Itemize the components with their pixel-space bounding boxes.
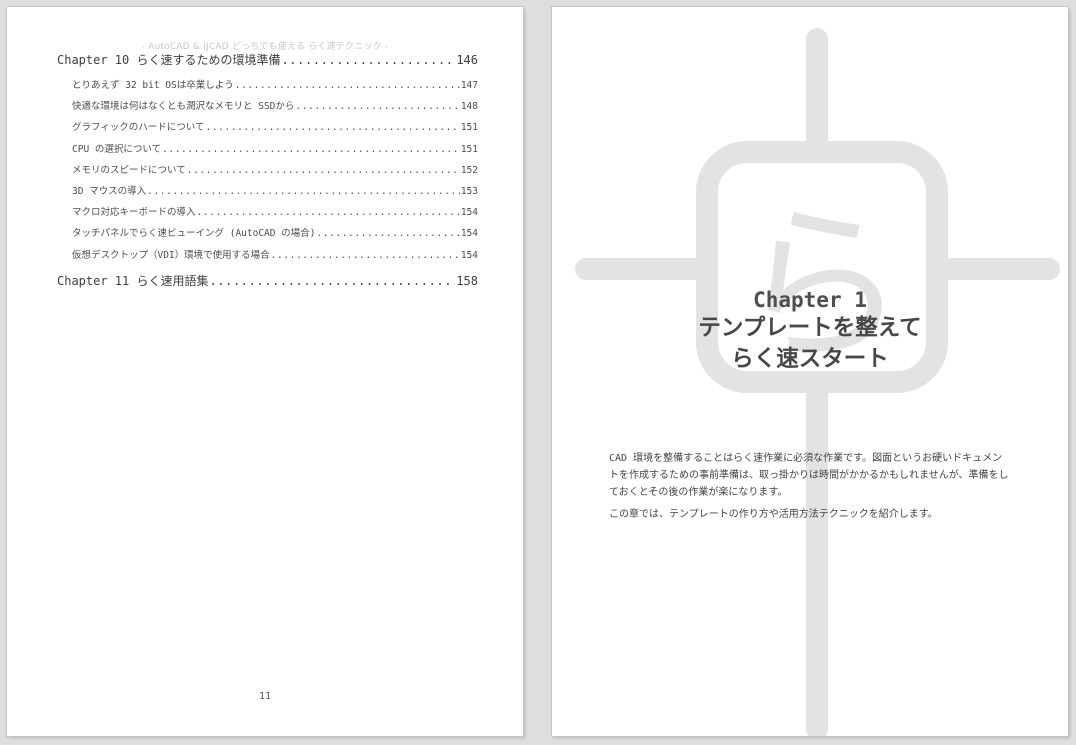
toc-title: とりあえず 32 bit OSは卒業しよう [72, 80, 234, 91]
toc-title: 3D マウスの導入 [72, 185, 147, 197]
toc-sections: とりあえず 32 bit OSは卒業しよう 147 快適な環境は何はなくとも潤沢… [57, 72, 478, 268]
toc-title: マクロ対応キーボードの導入 [72, 207, 196, 219]
toc-leader [209, 274, 455, 288]
chapter-label: Chapter 1 [753, 288, 867, 312]
right-page: ら Chapter 1 テンプレートを整えて らく速スタート CAD 環境を整備… [552, 7, 1068, 736]
toc-chapter-11[interactable]: Chapter 11 らく速用語集 158 [57, 272, 478, 293]
toc-chapter-10[interactable]: Chapter 10 らく速するための環境準備 146 [57, 51, 478, 72]
toc-leader [197, 207, 460, 218]
intro-paragraph: この章では、テンプレートの作り方や活用方法テクニックを紹介します。 [609, 509, 938, 520]
toc-item[interactable]: 快適な環境は何はなくとも潤沢なメモリと SSDから 148 [57, 98, 478, 119]
toc-leader [235, 80, 460, 91]
toc-title: Chapter 11 らく速用語集 [57, 273, 209, 288]
intro-paragraph: CAD 環境を整備することはらく速作業に必須な作業です。図面というお硬いドキュメ… [609, 453, 1009, 498]
toc-item[interactable]: CPU の選択について 151 [57, 141, 478, 162]
chapter-heading: Chapter 1 テンプレートを整えて らく速スタート [552, 287, 1068, 375]
toc-page-number: 152 [460, 164, 478, 176]
toc-page-number: 153 [460, 185, 478, 197]
left-page: - AutoCAD & IJCAD どっちでも使える らく速テクニック - Ch… [7, 7, 523, 736]
document-viewer: - AutoCAD & IJCAD どっちでも使える らく速テクニック - Ch… [0, 0, 1076, 745]
toc-page-number: 154 [460, 249, 478, 261]
toc-item[interactable]: 仮想デスクトップ（VDI）環境で使用する場合 154 [57, 247, 478, 268]
toc-item[interactable]: メモリのスピードについて 152 [57, 162, 478, 183]
toc-title: グラフィックのハードについて [72, 122, 205, 134]
toc-leader [295, 101, 459, 112]
toc-leader [281, 53, 455, 67]
toc-title: CPU の選択について [72, 143, 162, 155]
toc-leader [147, 186, 460, 197]
toc-leader [206, 122, 460, 133]
toc-item[interactable]: グラフィックのハードについて 151 [57, 119, 478, 140]
page-number: 11 [258, 691, 272, 702]
toc-item[interactable]: マクロ対応キーボードの導入 154 [57, 204, 478, 225]
toc-leader [162, 144, 460, 155]
toc-title: 快適な環境は何はなくとも潤沢なメモリと SSDから [72, 101, 295, 113]
toc-page-number: 147 [460, 80, 478, 91]
toc-item[interactable]: タッチパネルでらく速ビューイング (AutoCAD の場合) 154 [57, 225, 478, 246]
chapter-intro: CAD 環境を整備することはらく速作業に必須な作業です。図面というお硬いドキュメ… [609, 450, 1011, 528]
toc-item[interactable]: とりあえず 32 bit OSは卒業しよう 147 [57, 77, 478, 98]
toc-title: 仮想デスクトップ（VDI）環境で使用する場合 [72, 249, 270, 261]
chapter-title-line-2: らく速スタート [731, 346, 889, 372]
table-of-contents: Chapter 10 らく速するための環境準備 146 とりあえず 32 bit… [57, 51, 478, 293]
toc-page-number: 148 [460, 101, 478, 113]
chapter-title-line-1: テンプレートを整えて [698, 315, 922, 341]
toc-page-number: 154 [460, 207, 478, 219]
toc-page-number: 151 [460, 122, 478, 134]
toc-leader [187, 165, 460, 176]
toc-leader [316, 228, 459, 239]
toc-title: タッチパネルでらく速ビューイング (AutoCAD の場合) [72, 228, 316, 240]
toc-title: メモリのスピードについて [72, 164, 186, 176]
toc-page-number: 158 [456, 273, 478, 288]
toc-title: Chapter 10 らく速するための環境準備 [57, 53, 281, 67]
toc-page-number: 146 [456, 53, 478, 67]
toc-page-number: 154 [460, 228, 478, 240]
toc-page-number: 151 [460, 143, 478, 155]
toc-leader [271, 250, 460, 261]
toc-item[interactable]: 3D マウスの導入 153 [57, 183, 478, 204]
